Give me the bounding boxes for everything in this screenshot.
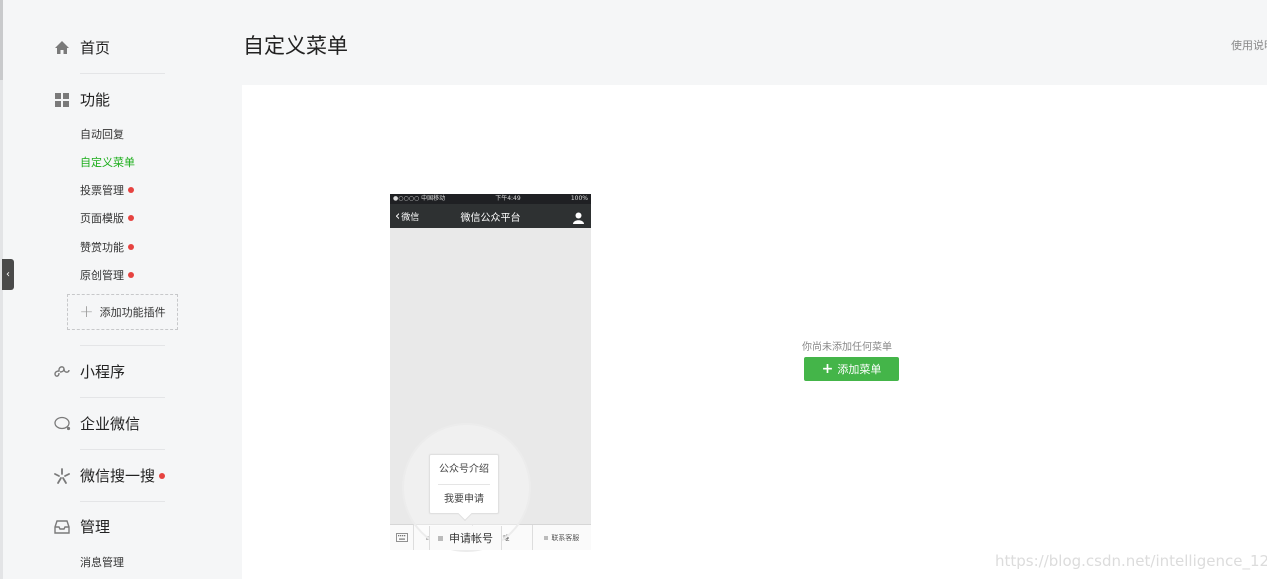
sidebar-section-label: 微信搜一搜 xyxy=(80,467,156,485)
sidebar: 首页 功能 自动回复 自定义菜单 投票管理 页面模版 赞赏功能 原创管理 + 添… xyxy=(0,0,240,579)
sidebar-item-reward[interactable]: 赞赏功能 xyxy=(80,239,134,255)
sidebar-section-label: 功能 xyxy=(80,91,111,109)
add-menu-button[interactable]: + 添加菜单 xyxy=(804,357,899,381)
chevron-left-icon: ‹ xyxy=(6,269,10,280)
notification-dot xyxy=(128,272,134,278)
inbox-icon xyxy=(52,517,72,537)
add-plugin-button[interactable]: + 添加功能插件 xyxy=(67,294,178,330)
status-time: 下午4:49 xyxy=(495,195,521,202)
submenu-popup: 公众号介绍 我要申请 xyxy=(429,454,499,522)
notification-dot xyxy=(128,187,134,193)
divider xyxy=(80,345,165,346)
sidebar-item-label: 赞赏功能 xyxy=(80,241,124,254)
divider xyxy=(80,73,165,74)
sidebar-section-features[interactable]: 功能 xyxy=(52,89,110,110)
sidebar-item-label: 自动回复 xyxy=(80,128,124,141)
phone-back-button[interactable]: ‹ 微信 xyxy=(395,210,419,223)
sidebar-item-auto-reply[interactable]: 自动回复 xyxy=(80,126,124,142)
usage-instructions-link[interactable]: 使用说明 xyxy=(1231,37,1267,53)
keyboard-icon[interactable] xyxy=(390,525,414,550)
page-title: 自定义菜单 xyxy=(243,34,348,58)
watermark: https://blog.csdn.net/intelligence_123 xyxy=(995,552,1267,570)
chevron-left-icon: ‹ xyxy=(395,208,401,224)
home-icon xyxy=(52,38,72,58)
menu-item-label: 申请帐号 xyxy=(449,532,493,545)
sidebar-section-manage[interactable]: 管理 xyxy=(52,516,110,537)
back-label: 微信 xyxy=(401,212,420,223)
empty-menu-hint: 你尚未添加任何菜单 xyxy=(802,342,892,353)
sidebar-section-search[interactable]: 微信搜一搜 xyxy=(52,465,166,486)
sidebar-section-label: 企业微信 xyxy=(80,415,141,433)
notification-dot xyxy=(159,472,166,479)
phone-status-bar: ●○○○○ 中国移动 下午4:49 100% xyxy=(390,194,591,204)
user-icon[interactable] xyxy=(573,209,584,228)
divider xyxy=(80,449,165,450)
phone-menu-item-contact[interactable]: 联系客服 xyxy=(533,525,591,550)
add-plugin-label: 添加功能插件 xyxy=(99,306,166,319)
plus-icon: + xyxy=(821,361,834,377)
sidebar-item-label: 页面模版 xyxy=(80,212,124,225)
notification-dot xyxy=(128,244,134,250)
menu-square-icon xyxy=(544,535,549,540)
magnified-menu-item[interactable]: 申请帐号 xyxy=(429,526,502,550)
sidebar-item-original[interactable]: 原创管理 xyxy=(80,267,134,283)
sidebar-section-label: 管理 xyxy=(80,518,111,536)
status-battery: 100% xyxy=(570,195,588,202)
sidebar-item-label: 原创管理 xyxy=(80,269,124,282)
plus-icon: + xyxy=(79,302,94,322)
sidebar-collapse-button[interactable]: ‹ xyxy=(2,259,14,290)
sidebar-item-label: 消息管理 xyxy=(80,556,124,569)
divider xyxy=(80,501,165,502)
search-burst-icon xyxy=(52,466,72,486)
sidebar-section-wecom[interactable]: 企业微信 xyxy=(52,413,140,434)
sidebar-item-custom-menu[interactable]: 自定义菜单 xyxy=(80,154,135,170)
divider xyxy=(80,397,165,398)
sidebar-item-label: 自定义菜单 xyxy=(80,156,135,169)
submenu-item-intro[interactable]: 公众号介绍 xyxy=(430,455,498,484)
add-menu-label: 添加菜单 xyxy=(837,363,882,376)
sidebar-item-home[interactable]: 首页 xyxy=(52,37,110,58)
menu-item-label: 联系客服 xyxy=(551,533,580,542)
status-carrier: ●○○○○ 中国移动 xyxy=(393,195,446,202)
phone-nav-bar: ‹ 微信 微信公众平台 xyxy=(390,204,591,228)
sidebar-item-vote[interactable]: 投票管理 xyxy=(80,182,134,198)
sidebar-section-mini-program[interactable]: 小程序 xyxy=(52,361,125,382)
grid-icon xyxy=(52,90,72,110)
sidebar-item-label: 投票管理 xyxy=(80,184,124,197)
sidebar-item-messages[interactable]: 消息管理 xyxy=(80,554,124,570)
notification-dot xyxy=(128,215,134,221)
sidebar-item-page-template[interactable]: 页面模版 xyxy=(80,210,134,226)
mini-program-icon xyxy=(52,362,72,382)
menu-square-icon xyxy=(438,535,443,541)
sidebar-item-label: 首页 xyxy=(80,39,111,57)
chat-bubble-icon xyxy=(52,414,72,434)
phone-title: 微信公众平台 xyxy=(460,212,521,224)
sidebar-section-label: 小程序 xyxy=(80,363,126,381)
